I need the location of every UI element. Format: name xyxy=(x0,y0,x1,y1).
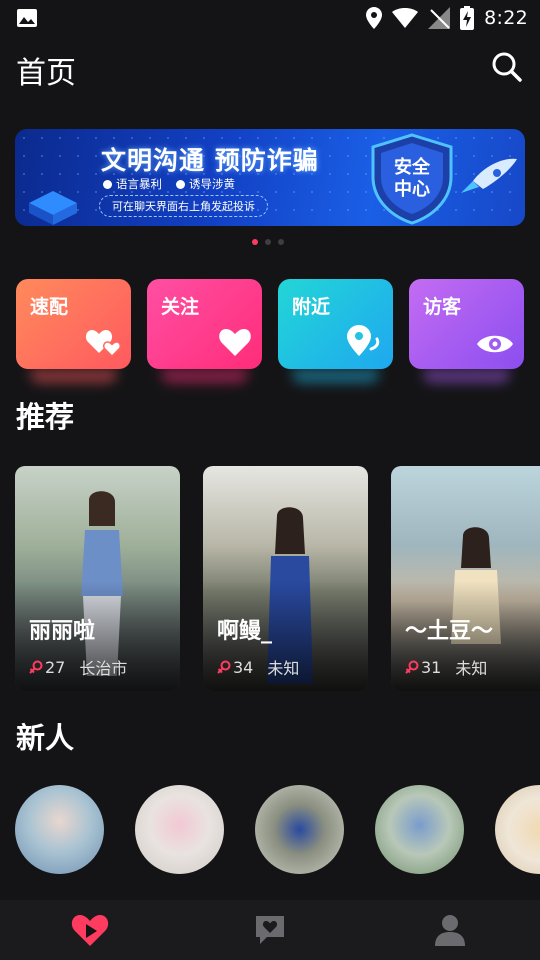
card-name: ～土豆～ xyxy=(405,619,494,644)
banner-title: 文明沟通 预防诈骗 xyxy=(101,146,319,175)
quick-actions: 速配 关注 附近 访客 xyxy=(16,279,524,389)
battery-charging-icon xyxy=(460,6,475,30)
chat-heart-icon xyxy=(256,916,284,944)
profile-card[interactable]: ～土豆～ 31 未知 xyxy=(391,466,540,691)
avatar[interactable] xyxy=(495,785,540,874)
location-icon xyxy=(347,325,380,356)
status-bar: 8:22 xyxy=(0,0,540,36)
pager-dot xyxy=(278,239,284,245)
newcomers-title: 新人 xyxy=(16,721,75,755)
home-tab[interactable] xyxy=(0,900,180,960)
wifi-icon xyxy=(392,8,419,28)
newcomer-avatars xyxy=(15,785,540,875)
banner-tag: 诱导涉黄 xyxy=(176,176,235,192)
page-title: 首页 xyxy=(16,56,76,91)
recommend-cards: 丽丽啦 27 长治市 啊鳗_ 34 未知 ～土豆～ 31 未知 xyxy=(15,466,540,691)
messages-tab[interactable] xyxy=(180,900,360,960)
profile-card[interactable]: 丽丽啦 27 长治市 xyxy=(15,466,180,691)
hearts-icon xyxy=(85,330,121,357)
no-signal-icon xyxy=(428,7,451,29)
banner-tag: 语言暴利 xyxy=(103,176,162,192)
profile-tab[interactable] xyxy=(360,900,540,960)
card-name: 丽丽啦 xyxy=(29,619,96,644)
card-age: 27 xyxy=(45,657,66,677)
tile-shadow xyxy=(423,369,510,383)
female-icon xyxy=(217,660,231,674)
tile-visitors[interactable]: 访客 xyxy=(409,279,524,383)
tile-label: 关注 xyxy=(161,296,200,318)
tile-label: 访客 xyxy=(423,296,462,318)
tile-follow[interactable]: 关注 xyxy=(147,279,262,383)
tile-match[interactable]: 速配 xyxy=(16,279,131,383)
avatar[interactable] xyxy=(15,785,104,874)
tile-label: 速配 xyxy=(30,296,69,318)
card-age: 34 xyxy=(233,657,254,677)
card-meta: 27 长治市 xyxy=(29,655,127,679)
profile-card[interactable]: 啊鳗_ 34 未知 xyxy=(203,466,368,691)
card-city: 长治市 xyxy=(79,659,128,678)
gallery-icon xyxy=(17,9,37,27)
tile-shadow xyxy=(292,369,379,383)
card-meta: 34 未知 xyxy=(217,655,299,679)
card-city: 未知 xyxy=(455,659,488,678)
female-icon xyxy=(405,660,419,674)
tile-nearby[interactable]: 附近 xyxy=(278,279,393,383)
female-icon xyxy=(29,660,43,674)
avatar[interactable] xyxy=(375,785,464,874)
search-icon[interactable] xyxy=(490,50,524,84)
pager-dot-active xyxy=(252,239,258,245)
card-age: 31 xyxy=(421,657,442,677)
banner-note: 可在聊天界面右上角发起投诉 xyxy=(99,195,268,217)
tile-label: 附近 xyxy=(292,296,331,318)
card-meta: 31 未知 xyxy=(405,655,487,679)
bottom-tab-bar xyxy=(0,900,540,960)
cube-graphic-icon xyxy=(29,191,77,225)
heart-play-icon xyxy=(71,915,109,946)
shield-text-2: 中心 xyxy=(394,178,430,200)
heart-icon xyxy=(219,329,251,356)
tile-shadow xyxy=(30,369,117,383)
pager-dot xyxy=(265,239,271,245)
promo-banner[interactable]: 文明沟通 预防诈骗 语言暴利 诱导涉黄 可在聊天界面右上角发起投诉 安全 中心 xyxy=(15,129,525,226)
tile-shadow xyxy=(161,369,248,383)
status-time: 8:22 xyxy=(484,7,528,29)
shield-text-1: 安全 xyxy=(394,156,431,178)
banner-tags: 语言暴利 诱导涉黄 xyxy=(103,176,235,192)
rocket-icon xyxy=(461,158,517,193)
banner-pager xyxy=(252,239,284,245)
header: 首页 xyxy=(0,36,540,98)
avatar[interactable] xyxy=(255,785,344,874)
card-name: 啊鳗_ xyxy=(217,619,273,644)
shield-icon: 安全 中心 xyxy=(371,133,453,225)
recommend-title: 推荐 xyxy=(16,400,75,434)
eye-icon xyxy=(477,335,513,353)
location-status-icon xyxy=(366,7,383,29)
card-city: 未知 xyxy=(267,659,300,678)
user-icon xyxy=(435,915,465,946)
avatar[interactable] xyxy=(135,785,224,874)
